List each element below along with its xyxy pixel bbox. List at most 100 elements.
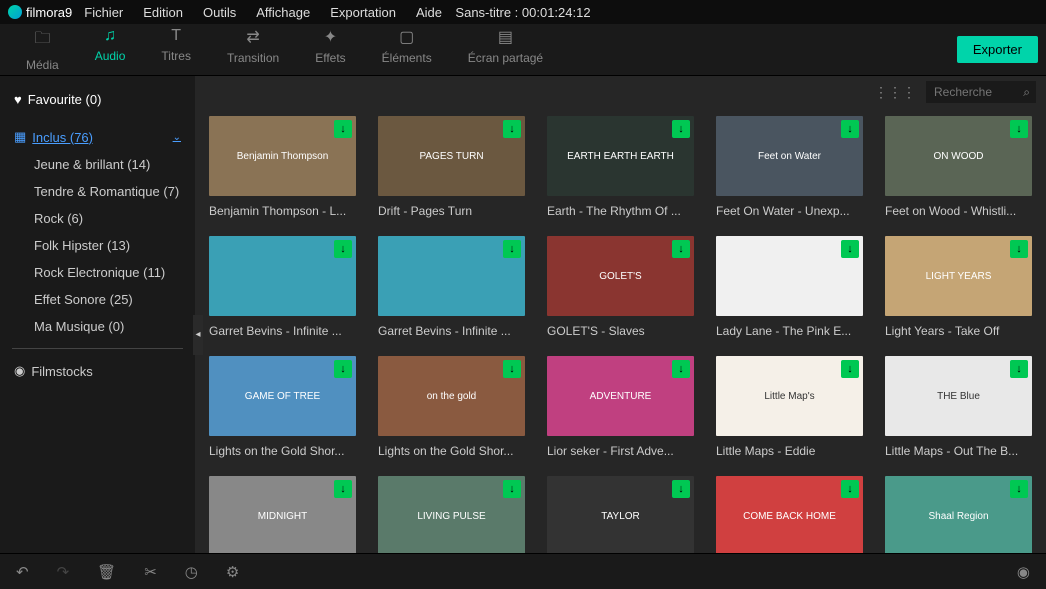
sidebar-sub-1[interactable]: Tendre & Romantique (7) <box>12 178 183 205</box>
audio-card[interactable]: COME BACK HOME↓ <box>716 476 863 553</box>
sidebar-collapse-handle[interactable]: ◂ <box>193 315 203 355</box>
audio-card[interactable]: Benjamin Thompson↓Benjamin Thompson - L.… <box>209 116 356 218</box>
menu-exportation[interactable]: Exportation <box>330 5 396 20</box>
card-title: Feet On Water - Unexp... <box>716 204 863 218</box>
audio-card[interactable]: ON WOOD↓Feet on Wood - Whistli... <box>885 116 1032 218</box>
audio-card[interactable]: Feet on Water↓ Feet On Water - Unexp... <box>716 116 863 218</box>
settings-icon[interactable]: ⚙ <box>226 563 239 581</box>
download-icon[interactable]: ↓ <box>841 240 859 258</box>
download-icon[interactable]: ↓ <box>841 120 859 138</box>
tab-label: Écran partagé <box>468 51 543 65</box>
sidebar-sub-2[interactable]: Rock (6) <box>12 205 183 232</box>
download-icon[interactable]: ↓ <box>1010 120 1028 138</box>
sidebar-filmstocks[interactable]: ◉ Filmstocks <box>12 357 183 385</box>
sidebar-sub-3[interactable]: Folk Hipster (13) <box>12 232 183 259</box>
card-title: Lior seker - First Adve... <box>547 444 694 458</box>
download-icon[interactable]: ↓ <box>334 120 352 138</box>
card-title: Lady Lane - The Pink E... <box>716 324 863 338</box>
download-icon[interactable]: ↓ <box>1010 240 1028 258</box>
undo-icon[interactable]: ↶ <box>16 563 29 581</box>
download-icon[interactable]: ↓ <box>841 480 859 498</box>
tab-titres[interactable]: TTitres <box>143 21 209 78</box>
thumbnail: EARTH EARTH EARTH↓ <box>547 116 694 196</box>
sidebar-sub-4[interactable]: Rock Electronique (11) <box>12 259 183 286</box>
tab-effets[interactable]: ✦Effets <box>297 21 363 78</box>
tab-ecran[interactable]: ▤Écran partagé <box>450 21 561 78</box>
redo-icon[interactable]: ↷ <box>57 563 70 581</box>
thumb-text: PAGES TURN <box>419 151 483 162</box>
audio-card[interactable]: ↓Garret Bevins - Infinite ... <box>378 236 525 338</box>
download-icon[interactable]: ↓ <box>841 360 859 378</box>
tab-audio[interactable]: ♫Audio <box>77 21 144 78</box>
thumb-text: GAME OF TREE <box>245 391 320 402</box>
audio-card[interactable]: GOLET'S ↓ GOLET'S - Slaves <box>547 236 694 338</box>
cut-icon[interactable]: ✂ <box>144 563 157 581</box>
download-icon[interactable]: ↓ <box>672 120 690 138</box>
sidebar-sub-5[interactable]: Effet Sonore (25) <box>12 286 183 313</box>
thumbnail: GAME OF TREE ↓ <box>209 356 356 436</box>
tab-media[interactable]: 🗀Média <box>8 21 77 78</box>
download-icon[interactable]: ↓ <box>1010 360 1028 378</box>
card-title: Lights on the Gold Shor... <box>209 444 356 458</box>
audio-card[interactable]: on the gold↓Lights on the Gold Shor... <box>378 356 525 458</box>
clock-icon[interactable]: ◷ <box>185 563 198 581</box>
download-icon[interactable]: ↓ <box>503 480 521 498</box>
menu-edition[interactable]: Edition <box>143 5 183 20</box>
download-icon[interactable]: ↓ <box>672 360 690 378</box>
audio-card[interactable]: ↓ Lady Lane - The Pink E... <box>716 236 863 338</box>
download-icon[interactable]: ↓ <box>334 360 352 378</box>
audio-card[interactable]: LIGHT YEARS↓Light Years - Take Off <box>885 236 1032 338</box>
download-icon[interactable]: ↓ <box>334 240 352 258</box>
app-logo: filmora9 <box>8 5 72 20</box>
audio-card[interactable]: TAYLOR↓ <box>547 476 694 553</box>
thumbnail: Feet on Water↓ <box>716 116 863 196</box>
download-icon[interactable]: ↓ <box>672 240 690 258</box>
favourite-label: Favourite (0) <box>28 92 102 107</box>
audio-card[interactable]: LIVING PULSE↓ <box>378 476 525 553</box>
card-title: Garret Bevins - Infinite ... <box>209 324 356 338</box>
sidebar-sub-0[interactable]: Jeune & brillant (14) <box>12 151 183 178</box>
download-icon[interactable]: ↓ <box>334 480 352 498</box>
download-icon[interactable]: ↓ <box>503 240 521 258</box>
thumbnail: Little Map's↓ <box>716 356 863 436</box>
audio-card[interactable]: Little Map's↓Little Maps - Eddie <box>716 356 863 458</box>
sidebar-inclus[interactable]: ▦ Inclus (76) ⌄ <box>12 123 183 151</box>
audio-card[interactable]: THE Blue↓Little Maps - Out The B... <box>885 356 1032 458</box>
audio-grid: Benjamin Thompson↓Benjamin Thompson - L.… <box>195 108 1046 553</box>
grid-view-icon[interactable]: ⋮⋮⋮ <box>874 84 916 101</box>
tab-elements[interactable]: ▢Éléments <box>364 21 450 78</box>
audio-card[interactable]: MIDNIGHT↓ <box>209 476 356 553</box>
card-title: Feet on Wood - Whistli... <box>885 204 1032 218</box>
download-icon[interactable]: ↓ <box>503 120 521 138</box>
menu-outils[interactable]: Outils <box>203 5 236 20</box>
audio-card[interactable]: GAME OF TREE ↓ Lights on the Gold Shor... <box>209 356 356 458</box>
menu-aide[interactable]: Aide <box>416 5 442 20</box>
search-icon[interactable]: ⌕ <box>1023 85 1030 100</box>
download-icon[interactable]: ↓ <box>1010 480 1028 498</box>
sidebar-favourite[interactable]: ♥ Favourite (0) <box>12 86 183 113</box>
audio-card[interactable]: EARTH EARTH EARTH↓Earth - The Rhythm Of … <box>547 116 694 218</box>
thumbnail: PAGES TURN ↓ <box>378 116 525 196</box>
card-title: GOLET'S - Slaves <box>547 324 694 338</box>
menu-fichier[interactable]: Fichier <box>84 5 123 20</box>
export-button[interactable]: Exporter <box>957 36 1038 63</box>
audio-card[interactable]: Shaal Region ↓ <box>885 476 1032 553</box>
content-area: ⋮⋮⋮ ⌕ Benjamin Thompson↓Benjamin Thompso… <box>195 76 1046 553</box>
tab-transition[interactable]: ⇄Transition <box>209 21 297 78</box>
thumbnail: ↓ <box>716 236 863 316</box>
download-icon[interactable]: ↓ <box>672 480 690 498</box>
audio-card[interactable]: PAGES TURN↓Drift - Pages Turn <box>378 116 525 218</box>
audio-card[interactable]: ↓ Garret Bevins - Infinite ... <box>209 236 356 338</box>
search-input[interactable] <box>926 81 1036 103</box>
folder-icon: 🗀 <box>34 27 50 54</box>
render-icon[interactable]: ◉ <box>1017 563 1030 581</box>
module-tabs: 🗀Média♫AudioTTitres⇄Transition✦Effets▢Él… <box>0 24 1046 76</box>
delete-icon[interactable]: 🗑 <box>97 563 116 581</box>
menu-affichage[interactable]: Affichage <box>256 5 310 20</box>
download-icon[interactable]: ↓ <box>503 360 521 378</box>
audio-card[interactable]: ADVENTURE↓Lior seker - First Adve... <box>547 356 694 458</box>
thumbnail: TAYLOR↓ <box>547 476 694 553</box>
thumb-text: GOLET'S <box>599 271 641 282</box>
thumb-text: Shaal Region <box>928 511 988 522</box>
sidebar-sub-6[interactable]: Ma Musique (0) <box>12 313 183 340</box>
